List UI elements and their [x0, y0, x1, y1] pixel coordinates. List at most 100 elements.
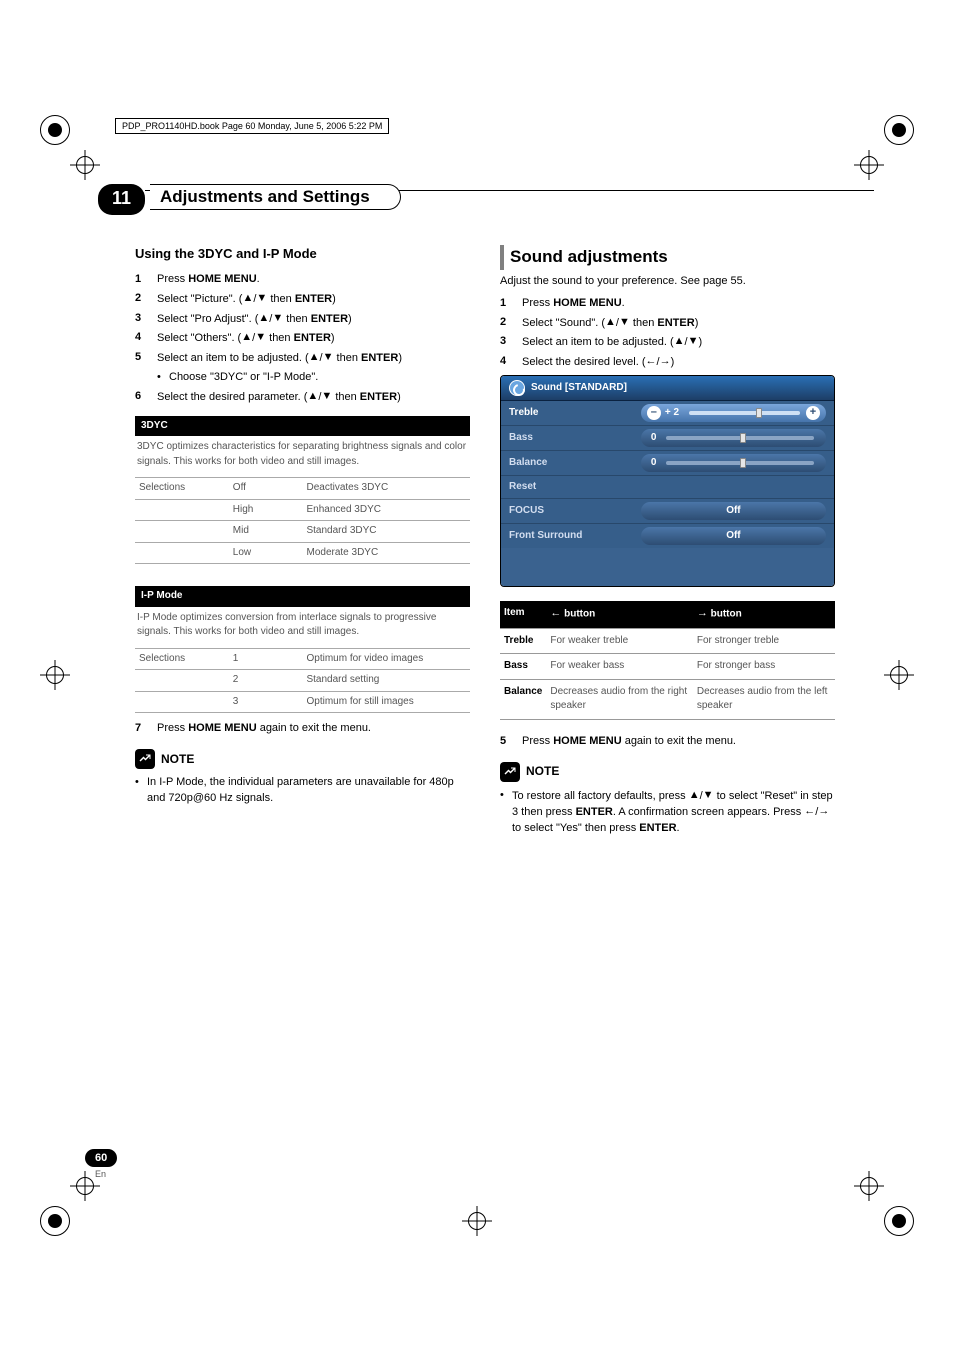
- slider-control: 0: [641, 454, 826, 472]
- osd-rows: Treble–+ 2+Bass0Balance0ResetFOCUSOffFro…: [501, 401, 834, 549]
- right-intro: Adjust the sound to your preference. See…: [500, 274, 835, 290]
- slider-value: + 2: [661, 406, 683, 421]
- osd-header: Sound [STANDARD]: [501, 376, 834, 401]
- plus-icon: +: [806, 406, 820, 420]
- arrow-right-icon: →: [697, 606, 708, 622]
- chapter-title: Adjustments and Settings: [160, 187, 370, 207]
- right-heading: Sound adjustments: [500, 245, 835, 270]
- note-text-right: To restore all factory defaults, press ▲…: [500, 788, 835, 838]
- left-steps-list: 1Press HOME MENU.2Select "Picture". (▲/▼…: [135, 272, 470, 406]
- book-meta: PDP_PRO1140HD.book Page 60 Monday, June …: [115, 118, 389, 134]
- table-row: Selections1Optimum for video images: [135, 648, 470, 670]
- note-icon: [135, 749, 155, 769]
- osd-row: Bass0: [501, 426, 834, 451]
- step-sub-bullet: Choose "3DYC" or "I-P Mode".: [157, 370, 470, 386]
- section-3dyc-title: 3DYC: [135, 416, 470, 437]
- osd-row-label: Balance: [501, 452, 641, 475]
- step-number: 4: [135, 330, 157, 347]
- left-heading: Using the 3DYC and I-P Mode: [135, 245, 470, 264]
- note-label: NOTE: [526, 763, 559, 780]
- off-pill: Off: [641, 502, 826, 520]
- arrow-down-icon: ▼: [256, 291, 267, 307]
- step-number: 5: [135, 350, 157, 367]
- step-text: Select "Others". (▲/▼ then ENTER): [157, 330, 470, 347]
- step-number: 3: [500, 334, 522, 351]
- osd-title: Sound [STANDARD]: [531, 381, 627, 396]
- arrow-down-icon: ▼: [703, 788, 714, 804]
- table-row: TrebleFor weaker trebleFor stronger treb…: [500, 628, 835, 654]
- slider-value: 0: [647, 456, 661, 471]
- osd-row: Front SurroundOff: [501, 524, 834, 548]
- lang-label: En: [95, 1169, 117, 1179]
- osd-row-label: Reset: [501, 476, 641, 499]
- table-3dyc: SelectionsOffDeactivates 3DYCHighEnhance…: [135, 477, 470, 564]
- note-label: NOTE: [161, 751, 194, 768]
- right-step-5: 5 Press HOME MENU again to exit the menu…: [500, 734, 835, 750]
- step-text: Press HOME MENU again to exit the menu.: [157, 721, 470, 737]
- table-row: SelectionsOffDeactivates 3DYC: [135, 478, 470, 500]
- step-number: 7: [135, 721, 157, 737]
- page-footer: 60 En: [85, 1148, 117, 1179]
- step-text: Press HOME MENU again to exit the menu.: [522, 734, 835, 750]
- left-step-7: 7 Press HOME MENU again to exit the menu…: [135, 721, 470, 737]
- arrow-down-icon: ▼: [619, 315, 630, 331]
- osd-row: Reset: [501, 476, 834, 500]
- sound-icon: [509, 380, 525, 396]
- reg-mark-bottom-center-cross: [462, 1206, 492, 1236]
- reg-mark-tl-dot: [40, 115, 70, 145]
- step-text: Press HOME MENU.: [157, 272, 470, 288]
- note-flag-right: NOTE: [500, 762, 835, 782]
- reg-mark-tl-cross: [70, 150, 100, 180]
- slider-thumb: [756, 408, 762, 418]
- slider-track: [666, 461, 814, 465]
- section-ipmode-title: I-P Mode: [135, 586, 470, 607]
- arrow-left-icon: ←: [550, 606, 561, 622]
- reg-mark-br-dot: [884, 1206, 914, 1236]
- th-left-btn: ← button: [546, 601, 692, 628]
- table-ipmode: Selections1Optimum for video images2Stan…: [135, 648, 470, 714]
- slider-thumb: [740, 433, 746, 443]
- arrow-left-icon: ←: [646, 354, 657, 370]
- arrow-up-icon: ▲: [307, 389, 318, 405]
- reg-mark-tr-dot: [884, 115, 914, 145]
- step-number: 2: [135, 291, 157, 308]
- table-row: LowModerate 3DYC: [135, 542, 470, 564]
- step-text: Press HOME MENU.: [522, 296, 835, 312]
- slider-value: 0: [647, 431, 661, 446]
- table-row: BassFor weaker bassFor stronger bass: [500, 654, 835, 680]
- reg-mark-bl-dot: [40, 1206, 70, 1236]
- step-number: 6: [135, 389, 157, 406]
- osd-row-label: Treble: [501, 402, 641, 425]
- arrow-right-icon: →: [660, 354, 671, 370]
- step-number: 2: [500, 315, 522, 332]
- table-row: HighEnhanced 3DYC: [135, 499, 470, 521]
- slider-track: [689, 411, 800, 415]
- page-number: 60: [85, 1149, 117, 1167]
- th-item: Item: [500, 601, 546, 628]
- step-text: Select "Sound". (▲/▼ then ENTER): [522, 315, 835, 332]
- arrow-down-icon: ▼: [255, 330, 266, 346]
- step-number: 1: [135, 272, 157, 288]
- step-text: Select "Pro Adjust". (▲/▼ then ENTER): [157, 311, 470, 328]
- note-flag-left: NOTE: [135, 749, 470, 769]
- slider-control: 0: [641, 429, 826, 447]
- arrow-up-icon: ▲: [242, 291, 253, 307]
- note-text-left: In I-P Mode, the individual parameters a…: [135, 775, 470, 807]
- arrow-down-icon: ▼: [688, 334, 699, 350]
- section-ipmode-desc: I-P Mode optimizes conversion from inter…: [135, 607, 470, 648]
- reg-mark-mr-cross: [884, 660, 914, 690]
- step-text: Select "Picture". (▲/▼ then ENTER): [157, 291, 470, 308]
- table-row: 2Standard setting: [135, 670, 470, 692]
- right-steps-list: 1Press HOME MENU.2Select "Sound". (▲/▼ t…: [500, 296, 835, 371]
- slider-control: –+ 2+: [641, 404, 826, 422]
- arrow-up-icon: ▲: [309, 350, 320, 366]
- arrow-up-icon: ▲: [674, 334, 685, 350]
- step-text: Select the desired parameter. (▲/▼ then …: [157, 389, 470, 406]
- note-icon: [500, 762, 520, 782]
- step-text: Select the desired level. (←/→): [522, 354, 835, 371]
- slider-thumb: [740, 458, 746, 468]
- osd-row-label: Front Surround: [501, 525, 641, 548]
- arrow-up-icon: ▲: [605, 315, 616, 331]
- arrow-down-icon: ▼: [272, 311, 283, 327]
- arrow-down-icon: ▼: [323, 350, 334, 366]
